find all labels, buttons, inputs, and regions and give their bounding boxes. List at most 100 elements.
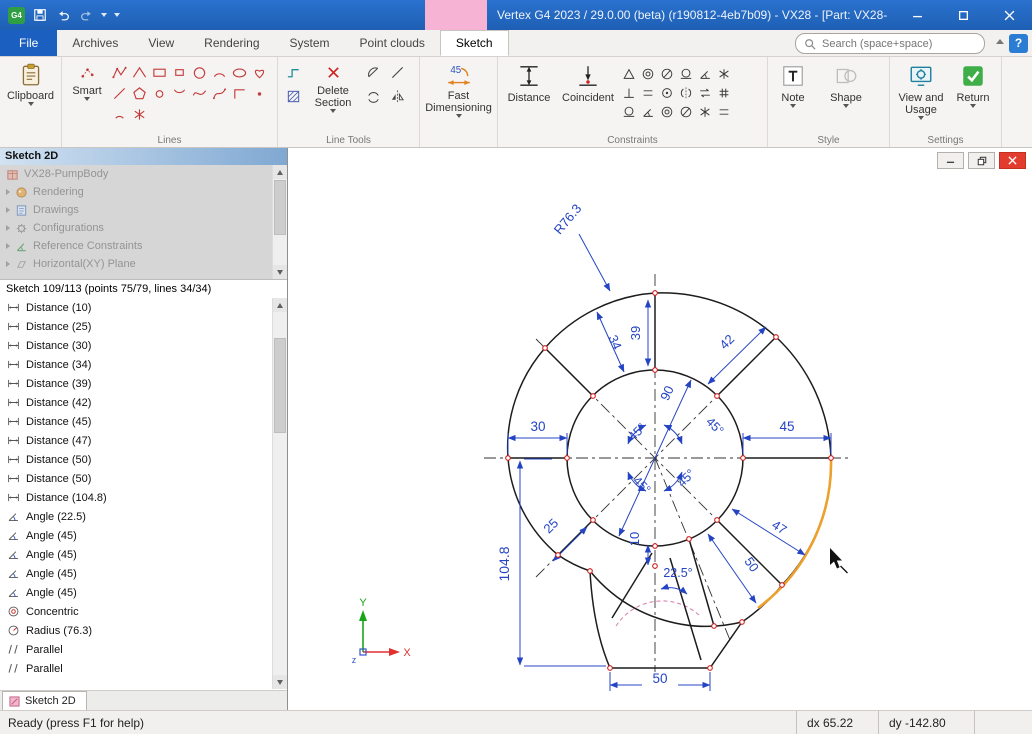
minimize-button[interactable] — [894, 0, 940, 30]
spline-tool-icon[interactable] — [209, 83, 229, 104]
list-item[interactable]: Distance (50) — [0, 450, 287, 469]
volute-outline[interactable] — [508, 293, 831, 668]
list-item[interactable]: Distance (34) — [0, 355, 287, 374]
list-item[interactable]: Distance (42) — [0, 393, 287, 412]
view-and-usage-button[interactable]: View and Usage — [893, 60, 949, 122]
double-arc-icon[interactable] — [363, 86, 383, 107]
perpendicular-constraint-icon[interactable] — [619, 83, 638, 102]
closed-spline-tool-icon[interactable] — [249, 62, 269, 83]
fix2-constraint-icon[interactable] — [695, 102, 714, 121]
concentric2-constraint-icon[interactable] — [657, 102, 676, 121]
chevron-right-icon[interactable] — [6, 225, 10, 231]
small-arc-tool-icon[interactable] — [109, 104, 129, 125]
doc-minimize-button[interactable] — [937, 152, 964, 169]
zigzag-line-tool-icon[interactable] — [129, 62, 149, 83]
horizontal-constraint-icon[interactable] — [638, 83, 657, 102]
small-circle-tool-icon[interactable] — [149, 83, 169, 104]
list-item[interactable]: Angle (45) — [0, 564, 287, 583]
tree-scrollbar[interactable] — [272, 165, 287, 279]
list-item[interactable]: Parallel — [0, 640, 287, 659]
tangent-constraint-icon[interactable] — [676, 64, 695, 83]
list-item[interactable]: Radius (76.3) — [0, 621, 287, 640]
list-item[interactable]: Distance (104.8) — [0, 488, 287, 507]
save-icon[interactable] — [32, 7, 48, 23]
small-rectangle-tool-icon[interactable] — [169, 62, 189, 83]
tree-item-reference-constraints[interactable]: Reference Constraints — [0, 237, 287, 255]
doc-restore-button[interactable] — [968, 152, 995, 169]
tab-sketch[interactable]: Sketch — [440, 30, 509, 56]
angle-constraint-icon[interactable] — [695, 64, 714, 83]
chevron-right-icon[interactable] — [6, 207, 10, 213]
list-item[interactable]: Distance (10) — [0, 298, 287, 317]
clipboard-button[interactable]: Clipboard — [5, 60, 56, 108]
ellipse-tool-icon[interactable] — [229, 62, 249, 83]
tab-view[interactable]: View — [133, 30, 189, 56]
smart-line-button[interactable]: Smart — [65, 60, 109, 103]
return-button[interactable]: Return — [949, 60, 997, 110]
shape-button[interactable]: Shape — [815, 60, 877, 110]
chevron-right-icon[interactable] — [6, 243, 10, 249]
collapse-ribbon-icon[interactable] — [996, 39, 1004, 44]
rectangle-tool-icon[interactable] — [149, 62, 169, 83]
diagonal-line-icon[interactable] — [387, 62, 407, 83]
tree-item-configurations[interactable]: Configurations — [0, 219, 287, 237]
line-tool-icon[interactable] — [109, 83, 129, 104]
scroll-thumb[interactable] — [274, 338, 286, 433]
section-line-icon[interactable] — [283, 62, 303, 83]
tree-item-drawings[interactable]: Drawings — [0, 201, 287, 219]
list-item[interactable]: Distance (47) — [0, 431, 287, 450]
undo-icon[interactable] — [55, 7, 71, 23]
concentric-constraint-icon[interactable] — [638, 64, 657, 83]
fast-dimensioning-button[interactable]: Fast Dimensioning — [425, 60, 493, 120]
list-item[interactable]: Distance (45) — [0, 412, 287, 431]
close-button[interactable] — [986, 0, 1032, 30]
fix-constraint-icon[interactable] — [714, 64, 733, 83]
angle2-constraint-icon[interactable] — [638, 102, 657, 121]
scroll-thumb[interactable] — [274, 180, 286, 235]
sketch-drawing[interactable]: R76.3 34 39 42 90 30 45 45° 45° 45° 45° … — [288, 148, 1032, 710]
list-item[interactable]: Angle (45) — [0, 545, 287, 564]
circle-tool-icon[interactable] — [189, 62, 209, 83]
hatch-icon[interactable] — [283, 86, 303, 107]
slash2-constraint-icon[interactable] — [676, 102, 695, 121]
center-point-constraint-icon[interactable] — [657, 83, 676, 102]
delete-section-button[interactable]: Delete Section — [305, 60, 361, 115]
customize-toolbar-icon[interactable] — [114, 13, 120, 17]
sketch-geometry[interactable] — [508, 293, 831, 668]
curve-tool-icon[interactable] — [189, 83, 209, 104]
tree-item-part[interactable]: VX28-PumpBody — [0, 165, 287, 183]
list-item[interactable]: Distance (30) — [0, 336, 287, 355]
scroll-down-icon[interactable] — [273, 675, 287, 689]
maximize-button[interactable] — [940, 0, 986, 30]
highlighted-arc[interactable] — [758, 458, 831, 608]
tree-item-rendering[interactable]: Rendering — [0, 183, 287, 201]
redo-dropdown-icon[interactable] — [101, 13, 107, 17]
doc-close-button[interactable] — [999, 152, 1026, 169]
list-item[interactable]: Distance (50) — [0, 469, 287, 488]
tab-system[interactable]: System — [275, 30, 345, 56]
tree-item-horizontal-plane[interactable]: Horizontal(XY) Plane — [0, 255, 287, 273]
coincident-constraint-button[interactable]: Coincident — [557, 60, 619, 106]
corner-line-tool-icon[interactable] — [229, 83, 249, 104]
tab-rendering[interactable]: Rendering — [189, 30, 274, 56]
app-logo-icon[interactable]: G4 — [8, 7, 25, 24]
tab-archives[interactable]: Archives — [57, 30, 133, 56]
equal-constraint-icon[interactable] — [695, 83, 714, 102]
mirror-icon[interactable] — [387, 86, 407, 107]
no-constraint-icon[interactable] — [657, 64, 676, 83]
grid-constraint-icon[interactable] — [714, 83, 733, 102]
tab-sketch-2d[interactable]: Sketch 2D — [2, 691, 87, 710]
list-scrollbar[interactable] — [272, 298, 287, 689]
note-button[interactable]: Note — [771, 60, 815, 110]
list-item[interactable]: Distance (39) — [0, 374, 287, 393]
polyline-tool-icon[interactable] — [109, 62, 129, 83]
horizontal2-constraint-icon[interactable] — [714, 102, 733, 121]
symmetric-constraint-icon[interactable] — [676, 83, 695, 102]
tab-file[interactable]: File — [0, 30, 57, 56]
tab-point-clouds[interactable]: Point clouds — [345, 30, 440, 56]
polygon-tool-icon[interactable] — [129, 83, 149, 104]
list-item[interactable]: Parallel — [0, 659, 287, 678]
triangle-constraint-icon[interactable] — [619, 64, 638, 83]
list-item[interactable]: Angle (45) — [0, 583, 287, 602]
distance-constraint-button[interactable]: Distance — [501, 60, 557, 106]
